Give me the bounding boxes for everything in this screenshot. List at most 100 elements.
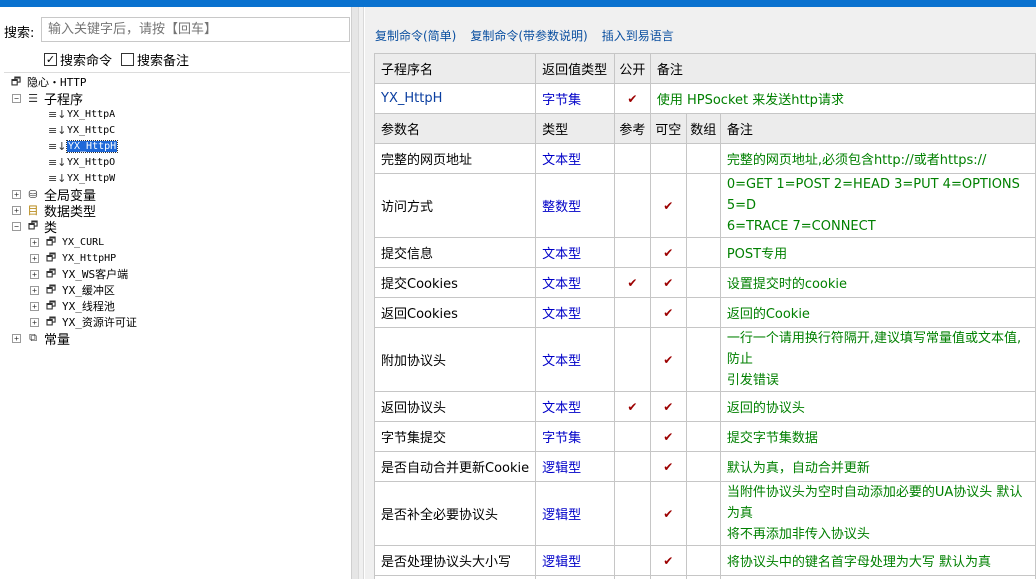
expand-icon[interactable]: + (30, 317, 39, 327)
left-scrollbar[interactable] (351, 7, 358, 579)
col-param-note: 备注 (719, 113, 1036, 144)
ref-cell (614, 545, 651, 576)
param-note-line: 完整的网页地址,必须包含http://或者https:// (726, 153, 987, 168)
col-public: 公开 (614, 53, 651, 84)
col-note: 备注 (649, 53, 1036, 84)
search-input[interactable] (41, 17, 350, 42)
param-note-line: 当附件协议头为空时自动添加必要的UA协议头 默认为真 (726, 485, 1023, 521)
param-note: 提交字节集数据 (719, 421, 1036, 452)
collapse-icon[interactable]: − (12, 93, 21, 103)
col-param-type: 类型 (535, 113, 615, 144)
search-label: 搜索: (4, 26, 35, 41)
panel-splitter[interactable] (358, 7, 364, 579)
nullable-check-icon: ✔ (649, 575, 687, 579)
search-notes-checkbox[interactable] (121, 53, 134, 66)
expand-icon[interactable]: + (30, 269, 39, 279)
tree-item-selected[interactable]: ≡↓ YX_HttpH (48, 138, 119, 154)
public-check-icon: ✔ (614, 83, 651, 114)
tree-subprograms[interactable]: − ☰ 子程序 (12, 90, 83, 108)
ref-cell (614, 327, 651, 392)
param-row[interactable]: 是否自动GZIP解压逻辑型 ✔ (373, 575, 1036, 579)
tree-constants[interactable]: + ⧉ 常量 (12, 330, 70, 348)
param-name: 是否自动合并更新Cookie (373, 451, 537, 482)
param-row[interactable]: 提交信息 文本型 ✔ POST专用 (373, 237, 1036, 268)
search-notes-option[interactable]: 搜索备注 (121, 50, 189, 69)
ref-cell (614, 297, 651, 328)
copy-simple-link[interactable]: 复制命令(简单) (375, 27, 456, 44)
param-note-line: 将协议头中的键名首字母处理为大写 默认为真 (726, 555, 991, 570)
col-subprogram-name: 子程序名 (373, 53, 537, 84)
nullable-check-icon: ✔ (649, 237, 687, 268)
ref-cell (614, 575, 651, 579)
title-bar-strip (0, 0, 1036, 7)
nullable-check-icon: ✔ (649, 173, 687, 238)
subprogram-row[interactable]: YX_HttpH 字节集 ✔ 使用 HPSocket 来发送http请求 (373, 83, 1036, 114)
expand-icon[interactable]: + (30, 285, 39, 295)
stack-icon: ☰ (28, 91, 38, 105)
expand-icon[interactable]: + (30, 253, 39, 263)
tree-item[interactable]: ≡↓ YX_HttpO (48, 154, 115, 170)
ref-cell (614, 421, 651, 452)
param-name: 是否处理协议头大小写 (373, 545, 537, 576)
param-type: 文本型 (535, 297, 615, 328)
param-note-line: 引发错误 (726, 373, 779, 388)
array-cell (685, 327, 721, 392)
param-note (719, 575, 1036, 579)
param-row[interactable]: 返回Cookies 文本型 ✔ 返回的Cookie (373, 297, 1036, 328)
param-row[interactable]: 完整的网页地址 文本型 完整的网页地址,必须包含http://或者https:// (373, 143, 1036, 174)
param-name: 返回协议头 (373, 391, 537, 422)
copy-with-params-link[interactable]: 复制命令(带参数说明) (470, 27, 587, 44)
expand-icon[interactable]: + (30, 301, 39, 311)
param-note-line: 6=TRACE 7=CONNECT (726, 219, 876, 234)
array-cell (685, 545, 721, 576)
insert-link[interactable]: 插入到易语言 (602, 27, 674, 44)
param-type: 逻辑型 (535, 481, 615, 546)
param-row[interactable]: 是否补全必要协议头 逻辑型 ✔ 当附件协议头为空时自动添加必要的UA协议头 默认为真将… (373, 481, 1036, 546)
param-row[interactable]: 访问方式 整数型 ✔ 0=GET 1=POST 2=HEAD 3=PUT 4=OPTI… (373, 173, 1036, 238)
ref-cell (614, 173, 651, 238)
function-icon: ≡↓ (48, 155, 67, 169)
array-cell (685, 421, 721, 452)
function-icon: ≡↓ (48, 123, 67, 137)
param-note-line: 设置提交时的cookie (726, 277, 848, 292)
param-type: 字节集 (535, 421, 615, 452)
param-row[interactable]: 是否处理协议头大小写 逻辑型 ✔ 将协议头中的键名首字母处理为大写 默认为真 (373, 545, 1036, 576)
param-note-line: 一行一个请用换行符隔开,建议填写常量值或文本值,防止 (726, 331, 1022, 367)
col-return-type: 返回值类型 (535, 53, 615, 84)
collapse-icon[interactable]: − (12, 221, 21, 231)
param-row[interactable]: 字节集提交 字节集 ✔ 提交字节集数据 (373, 421, 1036, 452)
param-note-line: 默认为真，自动合并更新 (726, 461, 870, 476)
array-cell (685, 237, 721, 268)
search-commands-option[interactable]: ✓ 搜索命令 (44, 50, 112, 69)
nullable-check-icon: ✔ (649, 391, 687, 422)
param-row[interactable]: 提交Cookies 文本型 ✔ ✔ 设置提交时的cookie (373, 267, 1036, 298)
tree-class-item[interactable]: + 🗗 YX_CURL (30, 234, 104, 250)
param-type: 逻辑型 (535, 451, 615, 482)
function-icon: ≡↓ (48, 139, 67, 153)
search-commands-checkbox[interactable]: ✓ (44, 53, 57, 66)
param-type: 文本型 (535, 391, 615, 422)
expand-icon[interactable]: + (12, 205, 21, 215)
param-name: 访问方式 (373, 173, 537, 238)
function-icon: ≡↓ (48, 107, 67, 121)
array-cell (685, 267, 721, 298)
expand-icon[interactable]: + (12, 189, 21, 199)
col-param-nullable: 可空 (649, 113, 687, 144)
expand-icon[interactable]: + (30, 237, 39, 247)
param-name: 提交信息 (373, 237, 537, 268)
param-row[interactable]: 是否自动合并更新Cookie 逻辑型 ✔ 默认为真，自动合并更新 (373, 451, 1036, 482)
array-cell (685, 481, 721, 546)
param-row[interactable]: 附加协议头 文本型 ✔ 一行一个请用换行符隔开,建议填写常量值或文本值,防止 引发错误 (373, 327, 1036, 392)
col-param-array: 数组 (685, 113, 721, 144)
ref-check-icon: ✔ (614, 391, 651, 422)
array-cell (685, 297, 721, 328)
tree-item[interactable]: ≡↓ YX_HttpA (48, 106, 115, 122)
tree-item[interactable]: ≡↓ YX_HttpC (48, 122, 115, 138)
module-icon: 🗗 (10, 74, 22, 88)
expand-icon[interactable]: + (12, 333, 21, 343)
nullable-check-icon: ✔ (649, 297, 687, 328)
param-note: 0=GET 1=POST 2=HEAD 3=PUT 4=OPTIONS 5=D 6… (719, 173, 1036, 238)
param-row[interactable]: 返回协议头 文本型 ✔ ✔ 返回的协议头 (373, 391, 1036, 422)
param-type: 整数型 (535, 173, 615, 238)
constants-icon: ⧉ (29, 331, 37, 344)
